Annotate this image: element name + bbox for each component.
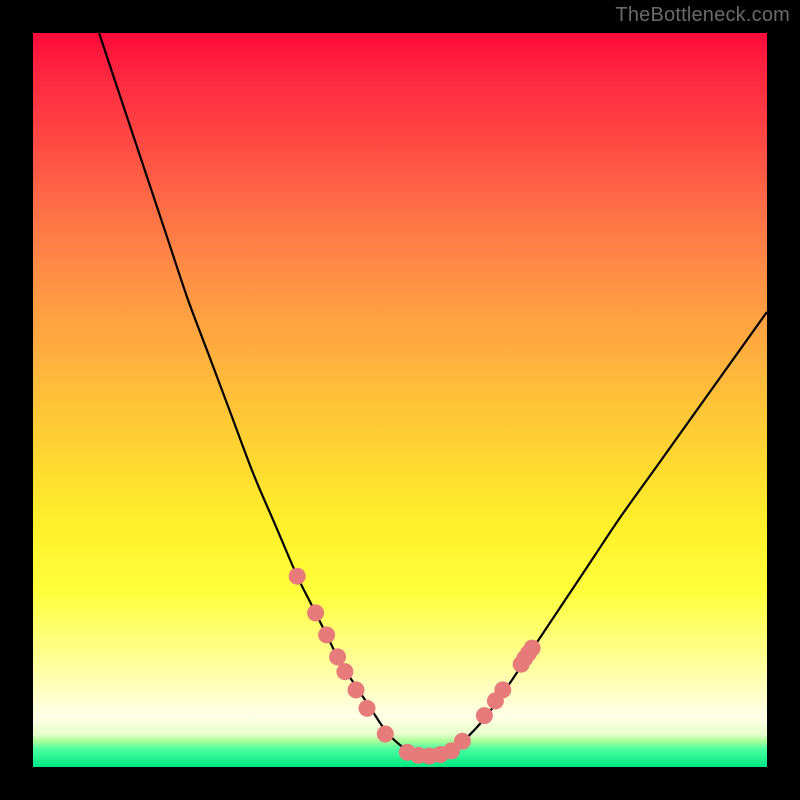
- bottleneck-curve-path: [99, 33, 767, 756]
- curve-marker: [454, 733, 471, 750]
- curve-marker: [318, 626, 335, 643]
- curve-marker: [307, 604, 324, 621]
- curve-marker: [348, 681, 365, 698]
- plot-area: [33, 33, 767, 767]
- marker-group: [289, 568, 541, 765]
- curve-marker: [476, 707, 493, 724]
- curve-marker: [524, 640, 541, 657]
- curve-marker: [377, 726, 394, 743]
- curve-svg: [33, 33, 767, 767]
- watermark-text: TheBottleneck.com: [615, 4, 790, 27]
- curve-marker: [336, 663, 353, 680]
- curve-marker: [494, 681, 511, 698]
- curve-marker: [359, 700, 376, 717]
- curve-marker: [329, 648, 346, 665]
- chart-frame: TheBottleneck.com: [0, 0, 800, 800]
- curve-marker: [289, 568, 306, 585]
